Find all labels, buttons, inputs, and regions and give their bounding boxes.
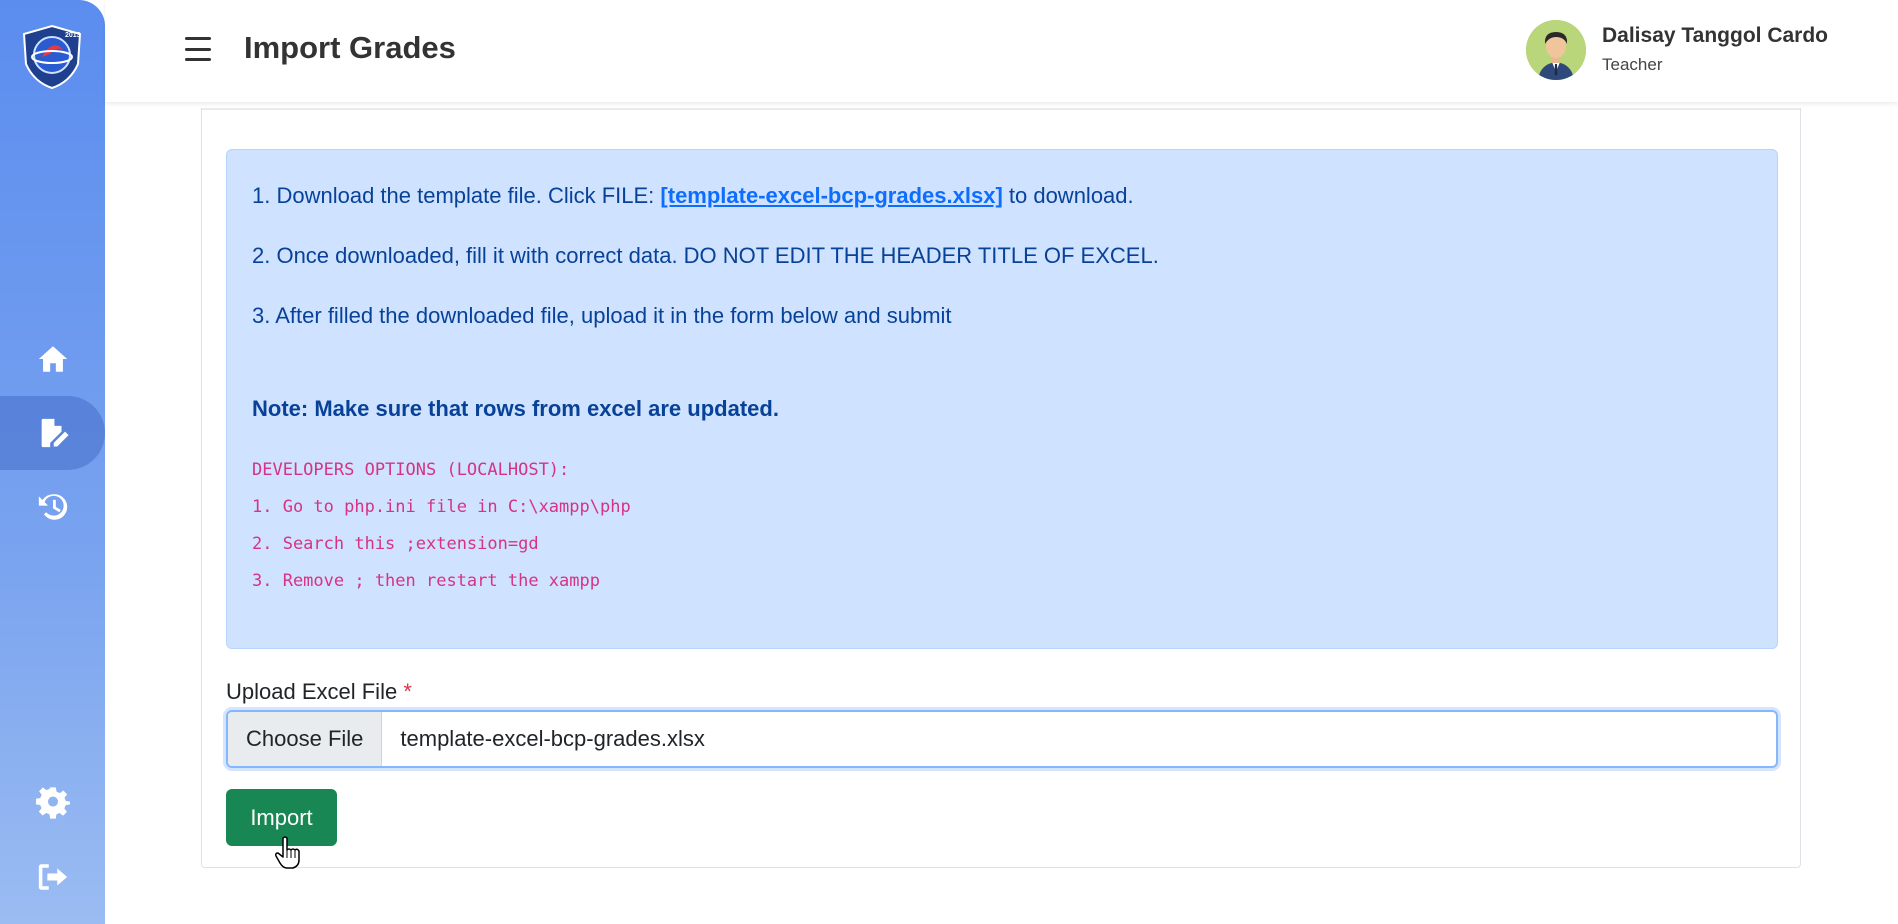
history-icon (38, 494, 67, 520)
home-icon (38, 346, 67, 372)
sidebar-item-logout[interactable] (0, 840, 105, 914)
user-role: Teacher (1602, 55, 1663, 74)
selected-file-name: template-excel-bcp-grades.xlsx (400, 726, 705, 751)
user-name: Dalisay Tanggol Cardo (1602, 24, 1828, 47)
sidebar-item-settings[interactable] (0, 766, 105, 840)
top-header: Import Grades Dalisay Tanggol Cardo Teac… (105, 0, 1898, 102)
dev-options-title: DEVELOPERS OPTIONS (LOCALHOST): (252, 460, 570, 480)
instruction-step-2: 2. Once downloaded, fill it with correct… (252, 243, 1159, 268)
file-edit-icon (41, 418, 69, 448)
logout-icon (38, 864, 67, 890)
template-download-link[interactable]: [template-excel-bcp-grades.xlsx] (660, 183, 1002, 208)
svg-text:2013: 2013 (65, 32, 81, 39)
dev-step: 3. Remove ; then restart the xampp (252, 571, 600, 591)
hamburger-icon[interactable] (185, 37, 211, 61)
note-text: Note: Make sure that rows from excel are… (252, 396, 779, 421)
avatar[interactable] (1526, 20, 1586, 80)
gear-icon (35, 787, 70, 819)
choose-file-button[interactable]: Choose File (228, 712, 383, 766)
import-card: 1. Download the template file. Click FIL… (201, 108, 1801, 868)
step-1-prefix: 1. Download the template file. Click FIL… (252, 183, 661, 208)
upload-label: Upload Excel File * (226, 679, 412, 705)
sidebar-item-import-grades[interactable] (0, 396, 105, 470)
school-seal-logo: 2013 (20, 24, 84, 90)
instruction-step-3: 3. After filled the downloaded file, upl… (252, 303, 952, 328)
hand-cursor-icon (275, 836, 300, 869)
dev-step: 2. Search this ;extension=gd (252, 534, 539, 554)
instructions-alert: 1. Download the template file. Click FIL… (226, 149, 1778, 649)
file-upload-input[interactable]: Choose File template-excel-bcp-grades.xl… (226, 710, 1778, 768)
dev-step: 1. Go to php.ini file in C:\xampp\php (252, 497, 631, 517)
page-title: Import Grades (244, 30, 456, 65)
card-divider (202, 108, 1800, 110)
step-1-suffix: to download. (1002, 183, 1134, 208)
instruction-step-1: 1. Download the template file. Click FIL… (252, 183, 1134, 209)
upload-label-text: Upload Excel File (226, 679, 398, 704)
required-mark: * (403, 679, 412, 704)
sidebar-item-home[interactable] (0, 322, 105, 396)
sidebar-item-history[interactable] (0, 470, 105, 544)
sidebar: 2013 (0, 0, 105, 924)
